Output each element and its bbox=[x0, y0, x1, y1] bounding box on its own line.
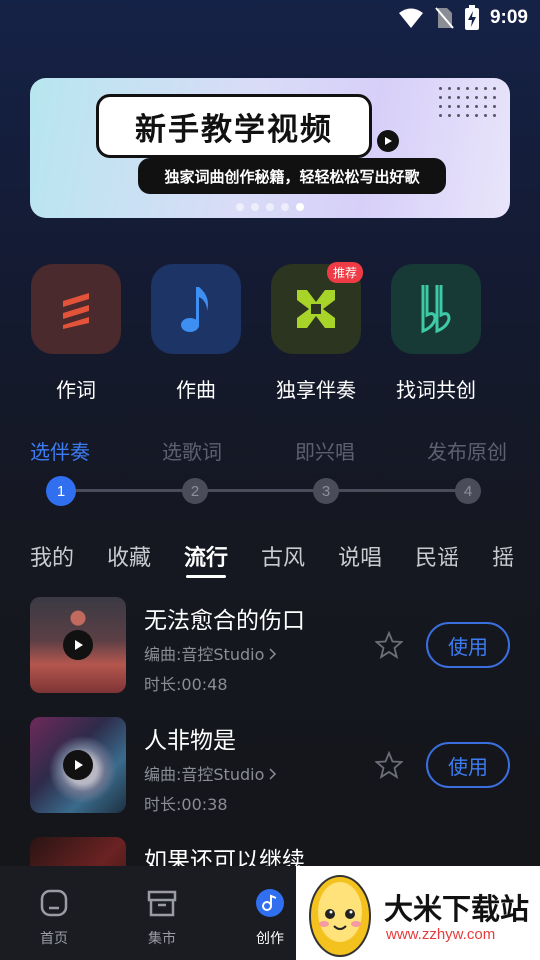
chevron-right-icon bbox=[269, 648, 277, 660]
chevron-right-icon bbox=[269, 768, 277, 780]
song-row[interactable]: 无法愈合的伤口 编曲:音控Studio 时长:00:48 使用 bbox=[30, 597, 510, 694]
song-cover[interactable] bbox=[30, 837, 126, 867]
step-number-4: 4 bbox=[455, 478, 481, 504]
recommend-badge: 推荐 bbox=[326, 262, 363, 283]
song-composer[interactable]: 编曲:音控Studio bbox=[144, 641, 277, 665]
status-bar: 9:09 bbox=[0, 0, 540, 38]
feature-label: 作词 bbox=[56, 378, 96, 402]
music-note-icon bbox=[151, 264, 241, 354]
banner-title-bubble: 新手教学视频 bbox=[96, 94, 372, 158]
indicator-dot-active bbox=[296, 203, 304, 211]
nav-market[interactable]: 集市 bbox=[132, 888, 192, 948]
tab-pop[interactable]: 流行 bbox=[184, 540, 228, 578]
song-row[interactable]: 如果还可以继续 bbox=[30, 837, 510, 867]
star-icon[interactable] bbox=[375, 631, 403, 659]
feature-co-create[interactable]: 找词共创 bbox=[390, 264, 482, 403]
star-icon[interactable] bbox=[375, 751, 403, 779]
tab-rap[interactable]: 说唱 bbox=[338, 540, 382, 572]
song-row[interactable]: 人非物是 编曲:音控Studio 时长:00:38 使用 bbox=[30, 717, 510, 814]
category-tabs: 我的 收藏 流行 古风 说唱 民谣 摇 bbox=[30, 540, 540, 580]
feature-grid: 作词 作曲 推荐 独享伴奏 找词共创 bbox=[30, 262, 510, 404]
play-icon[interactable] bbox=[63, 750, 93, 780]
feature-label: 找词共创 bbox=[396, 378, 476, 402]
composer-text: 编曲:音控Studio bbox=[144, 765, 265, 784]
step-number-2: 2 bbox=[182, 478, 208, 504]
nav-home[interactable]: 首页 bbox=[24, 888, 84, 948]
play-icon[interactable] bbox=[63, 630, 93, 660]
feature-label: 作曲 bbox=[176, 378, 216, 402]
step-number-3: 3 bbox=[313, 478, 339, 504]
step-progress-line bbox=[62, 489, 467, 492]
song-title: 人非物是 bbox=[144, 728, 236, 754]
step-label-1: 选伴奏 bbox=[30, 440, 90, 464]
watermark-url: www.zzhyw.com bbox=[386, 926, 496, 943]
tab-folk[interactable]: 民谣 bbox=[415, 540, 459, 572]
battery-charging-icon bbox=[464, 5, 479, 30]
tab-favorites[interactable]: 收藏 bbox=[107, 540, 151, 572]
composer-text: 编曲:音控Studio bbox=[144, 645, 265, 664]
banner-carousel[interactable]: 新手教学视频 独家词曲创作秘籍，轻轻松松写出好歌 bbox=[30, 78, 510, 218]
banner-subtitle: 独家词曲创作秘籍，轻轻松松写出好歌 bbox=[164, 167, 420, 186]
home-icon bbox=[40, 889, 68, 917]
song-composer[interactable]: 编曲:音控Studio bbox=[144, 761, 277, 785]
watermark: 大米下载站 www.zzhyw.com bbox=[296, 866, 540, 960]
banner-page-indicator bbox=[236, 203, 304, 211]
banner-title: 新手教学视频 bbox=[135, 111, 333, 148]
song-title: 无法愈合的伤口 bbox=[144, 608, 305, 634]
watermark-title: 大米下载站 bbox=[384, 892, 530, 926]
no-sim-icon bbox=[435, 7, 454, 29]
step-label-3: 即兴唱 bbox=[295, 440, 355, 464]
feature-lyrics[interactable]: 作词 bbox=[30, 264, 122, 403]
accompaniment-icon: 推荐 bbox=[271, 262, 363, 354]
nav-label: 集市 bbox=[148, 931, 176, 947]
song-cover[interactable] bbox=[30, 717, 126, 813]
step-label-2: 选歌词 bbox=[162, 440, 222, 464]
play-icon bbox=[377, 130, 399, 152]
step-number-1: 1 bbox=[46, 476, 76, 506]
status-time: 9:09 bbox=[489, 7, 528, 28]
use-button[interactable]: 使用 bbox=[426, 742, 510, 788]
nav-label: 首页 bbox=[40, 931, 68, 947]
feature-label: 独享伴奏 bbox=[276, 378, 356, 402]
lyrics-icon bbox=[31, 264, 121, 354]
double-flat-icon bbox=[391, 264, 481, 354]
nav-create[interactable]: 创作 bbox=[240, 888, 300, 948]
tab-ancient-style[interactable]: 古风 bbox=[261, 540, 305, 572]
indicator-dot bbox=[236, 203, 244, 211]
tab-rock[interactable]: 摇 bbox=[492, 540, 514, 572]
indicator-dot bbox=[281, 203, 289, 211]
banner-decoration bbox=[436, 84, 500, 118]
market-icon bbox=[147, 890, 177, 917]
create-icon bbox=[256, 889, 284, 917]
nav-label: 创作 bbox=[256, 931, 284, 947]
use-button[interactable]: 使用 bbox=[426, 622, 510, 668]
song-cover[interactable] bbox=[30, 597, 126, 693]
step-label-4: 发布原创 bbox=[427, 440, 507, 464]
indicator-dot bbox=[251, 203, 259, 211]
wifi-icon bbox=[398, 8, 423, 28]
feature-compose[interactable]: 作曲 bbox=[150, 264, 242, 403]
feature-accompaniment[interactable]: 推荐 独享伴奏 bbox=[270, 262, 363, 403]
mascot-logo bbox=[309, 875, 371, 957]
banner-subtitle-bubble: 独家词曲创作秘籍，轻轻松松写出好歌 bbox=[138, 158, 446, 194]
song-duration: 时长:00:38 bbox=[144, 795, 228, 814]
song-title: 如果还可以继续 bbox=[144, 848, 305, 867]
song-duration: 时长:00:48 bbox=[144, 675, 228, 694]
tab-mine[interactable]: 我的 bbox=[30, 540, 74, 572]
indicator-dot bbox=[266, 203, 274, 211]
